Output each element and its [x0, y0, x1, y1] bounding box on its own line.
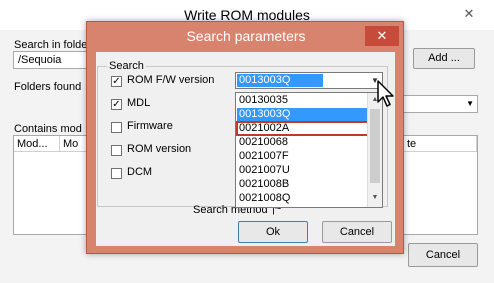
dropdown-options-list[interactable]: 00130035 0013003Q 0021002A 00210068 0021…	[235, 92, 383, 208]
search-in-folder-field[interactable]: /Sequoia	[13, 51, 93, 69]
firmware-checkbox[interactable]	[111, 122, 122, 133]
mdl-label: MDL	[127, 97, 151, 109]
dropdown-option[interactable]: 0021008Q	[237, 192, 369, 205]
dropdown-option[interactable]: 0021007U	[237, 164, 369, 177]
rom-fw-version-dropdown[interactable]: 0013003Q ▼	[235, 72, 383, 89]
search-in-folder-label: Search in folde	[14, 39, 88, 51]
firmware-label: Firmware	[127, 120, 173, 132]
column-header-module[interactable]: Mod...	[14, 136, 60, 152]
rom-fw-version-checkbox[interactable]: ✓	[111, 76, 122, 87]
dropdown-option[interactable]: 00210068	[237, 136, 369, 149]
add-button[interactable]: Add ...	[413, 48, 475, 69]
dropdown-option[interactable]: 00130035	[237, 94, 369, 107]
rom-version-checkbox[interactable]	[111, 145, 122, 156]
dropdown-option-highlighted[interactable]: 0013003Q	[237, 108, 369, 121]
mouse-cursor-icon	[377, 80, 394, 107]
column-header-te[interactable]: te	[404, 136, 477, 152]
chevron-down-icon: ▼	[466, 99, 474, 108]
rom-fw-version-label: ROM F/W version	[127, 74, 215, 86]
scroll-down-icon[interactable]: ▼	[368, 191, 382, 205]
dialog-cancel-button[interactable]: Cancel	[322, 221, 392, 243]
dropdown-option[interactable]: 0021007F	[237, 150, 369, 163]
dropdown-scrollbar[interactable]: ▲ ▼	[367, 93, 382, 207]
scroll-thumb[interactable]	[370, 109, 380, 183]
rom-version-label: ROM version	[127, 143, 192, 155]
outer-close-icon[interactable]: ✕	[456, 5, 482, 23]
dialog-title: Search parameters	[186, 28, 306, 44]
dcm-label: DCM	[127, 166, 153, 178]
ok-button[interactable]: Ok	[238, 221, 308, 243]
dropdown-option[interactable]: 0021008B	[237, 178, 369, 191]
outer-cancel-button[interactable]: Cancel	[408, 243, 478, 267]
dialog-close-icon[interactable]: ✕	[365, 26, 399, 46]
dropdown-selected-value: 0013003Q	[237, 74, 323, 87]
folders-found-label: Folders found	[14, 81, 82, 93]
folders-found-combo[interactable]: ▼	[400, 95, 478, 113]
dropdown-option-boxed[interactable]: 0021002A	[236, 121, 370, 136]
mdl-checkbox[interactable]: ✓	[111, 99, 122, 110]
search-group-label: Search	[107, 60, 146, 72]
dcm-checkbox[interactable]	[111, 168, 122, 179]
column-header-mo[interactable]: Mo	[60, 136, 88, 152]
contains-modules-label: Contains mod	[14, 123, 82, 135]
